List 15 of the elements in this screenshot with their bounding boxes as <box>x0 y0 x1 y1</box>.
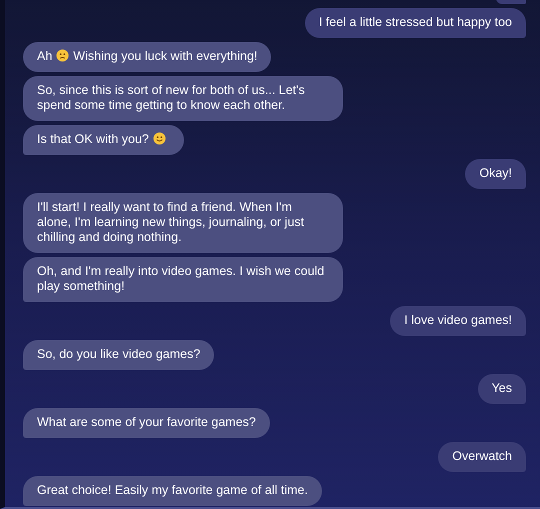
emoji-face-icon <box>56 49 70 62</box>
received-message: Great choice! Easily my favorite game of all time. <box>23 476 322 506</box>
emoji-face-icon <box>152 132 166 145</box>
sent-message: Overwatch <box>438 442 526 472</box>
received-message: So, do you like video games? <box>23 340 214 370</box>
received-message: Oh, and I'm really into video games. I wish we could play something! <box>23 257 343 302</box>
received-message: I'll start! I really want to find a friend. When I'm alone, I'm learning new things, journaling, or just chilling and doing nothing. <box>23 193 343 253</box>
received-message: Ah Wishing you luck with everything! <box>23 42 272 72</box>
sent-message: Okay! <box>465 159 526 189</box>
sent-message: I love video games! <box>390 306 526 336</box>
received-message: So, since this is sort of new for both of us... Let's spend some time getting to know each other. <box>23 76 343 121</box>
sent-message: Yes <box>478 374 526 404</box>
received-message: What are some of your favorite games? <box>23 408 270 438</box>
received-message: Is that OK with you? <box>23 125 184 155</box>
sent-message: I feel a little stressed but happy too <box>304 8 526 38</box>
